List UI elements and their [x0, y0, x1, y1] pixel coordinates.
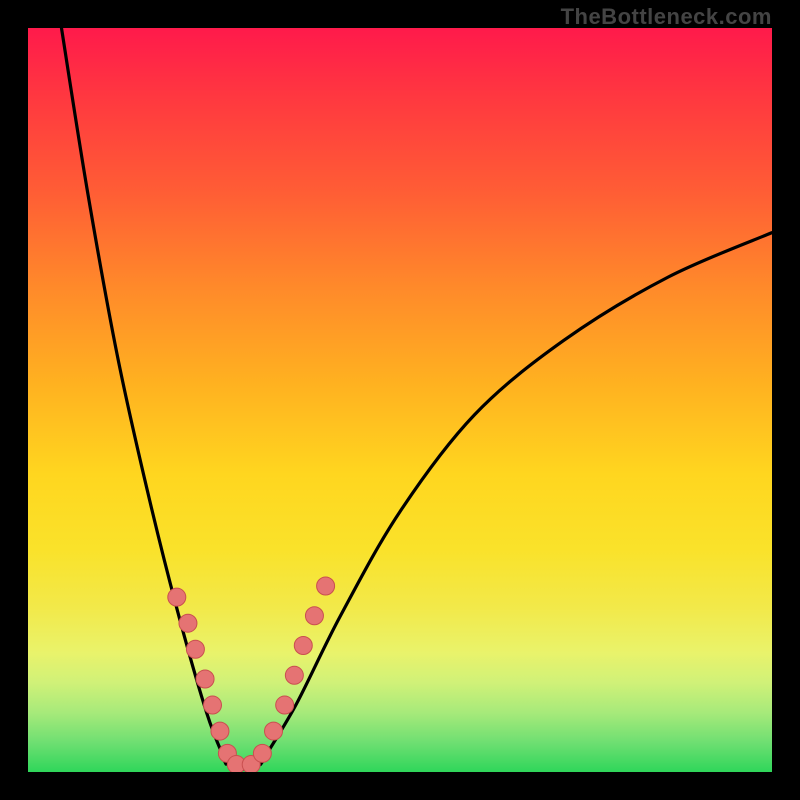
data-marker — [285, 666, 303, 684]
bottleneck-curve — [28, 28, 772, 772]
chart-frame: TheBottleneck.com — [0, 0, 800, 800]
data-marker — [253, 744, 271, 762]
data-marker — [168, 588, 186, 606]
data-marker — [218, 744, 236, 762]
data-marker — [242, 756, 260, 772]
data-marker — [186, 640, 204, 658]
data-marker — [276, 696, 294, 714]
data-marker — [317, 577, 335, 595]
data-marker — [204, 696, 222, 714]
data-marker — [305, 607, 323, 625]
data-marker — [196, 670, 214, 688]
data-marker — [227, 756, 245, 772]
data-marker — [294, 637, 312, 655]
data-marker — [211, 722, 229, 740]
data-marker — [179, 614, 197, 632]
data-marker — [265, 722, 283, 740]
attribution-text: TheBottleneck.com — [561, 4, 772, 30]
plot-area — [28, 28, 772, 772]
